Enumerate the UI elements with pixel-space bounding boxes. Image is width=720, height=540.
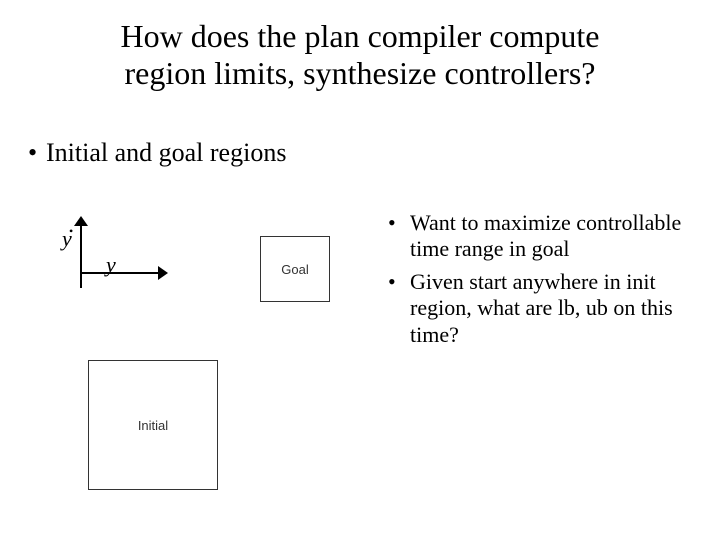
y-axis-line <box>80 220 82 288</box>
sub-bullet-text: Given start anywhere in init region, wha… <box>410 269 698 348</box>
sub-bullet-text: Want to maximize controllable time range… <box>410 210 698 263</box>
axes: y • y <box>60 220 160 300</box>
title-line-2: region limits, synthesize controllers? <box>125 55 596 91</box>
slide-title: How does the plan compiler compute regio… <box>0 18 720 92</box>
list-item: • Want to maximize controllable time ran… <box>388 210 698 263</box>
initial-region-box: Initial <box>88 360 218 490</box>
bullet-dot-icon: • <box>388 269 410 348</box>
main-bullet-text: Initial and goal regions <box>46 138 286 167</box>
bullet-dot-icon: • <box>388 210 410 263</box>
main-bullet: •Initial and goal regions <box>28 138 286 168</box>
goal-region-box: Goal <box>260 236 330 302</box>
slide: How does the plan compiler compute regio… <box>0 0 720 540</box>
goal-label: Goal <box>281 262 308 277</box>
arrow-right-icon <box>158 266 168 280</box>
x-axis-line <box>80 272 160 274</box>
list-item: • Given start anywhere in init region, w… <box>388 269 698 348</box>
bullet-dot-icon: • <box>28 138 46 168</box>
initial-label: Initial <box>138 418 168 433</box>
x-axis-label: y <box>106 252 116 278</box>
arrow-up-icon <box>74 216 88 226</box>
y-axis-dot: • <box>69 224 73 239</box>
sub-bullet-list: • Want to maximize controllable time ran… <box>388 210 698 354</box>
diagram-area: y • y Goal Initial <box>50 200 380 520</box>
title-line-1: How does the plan compiler compute <box>121 18 600 54</box>
